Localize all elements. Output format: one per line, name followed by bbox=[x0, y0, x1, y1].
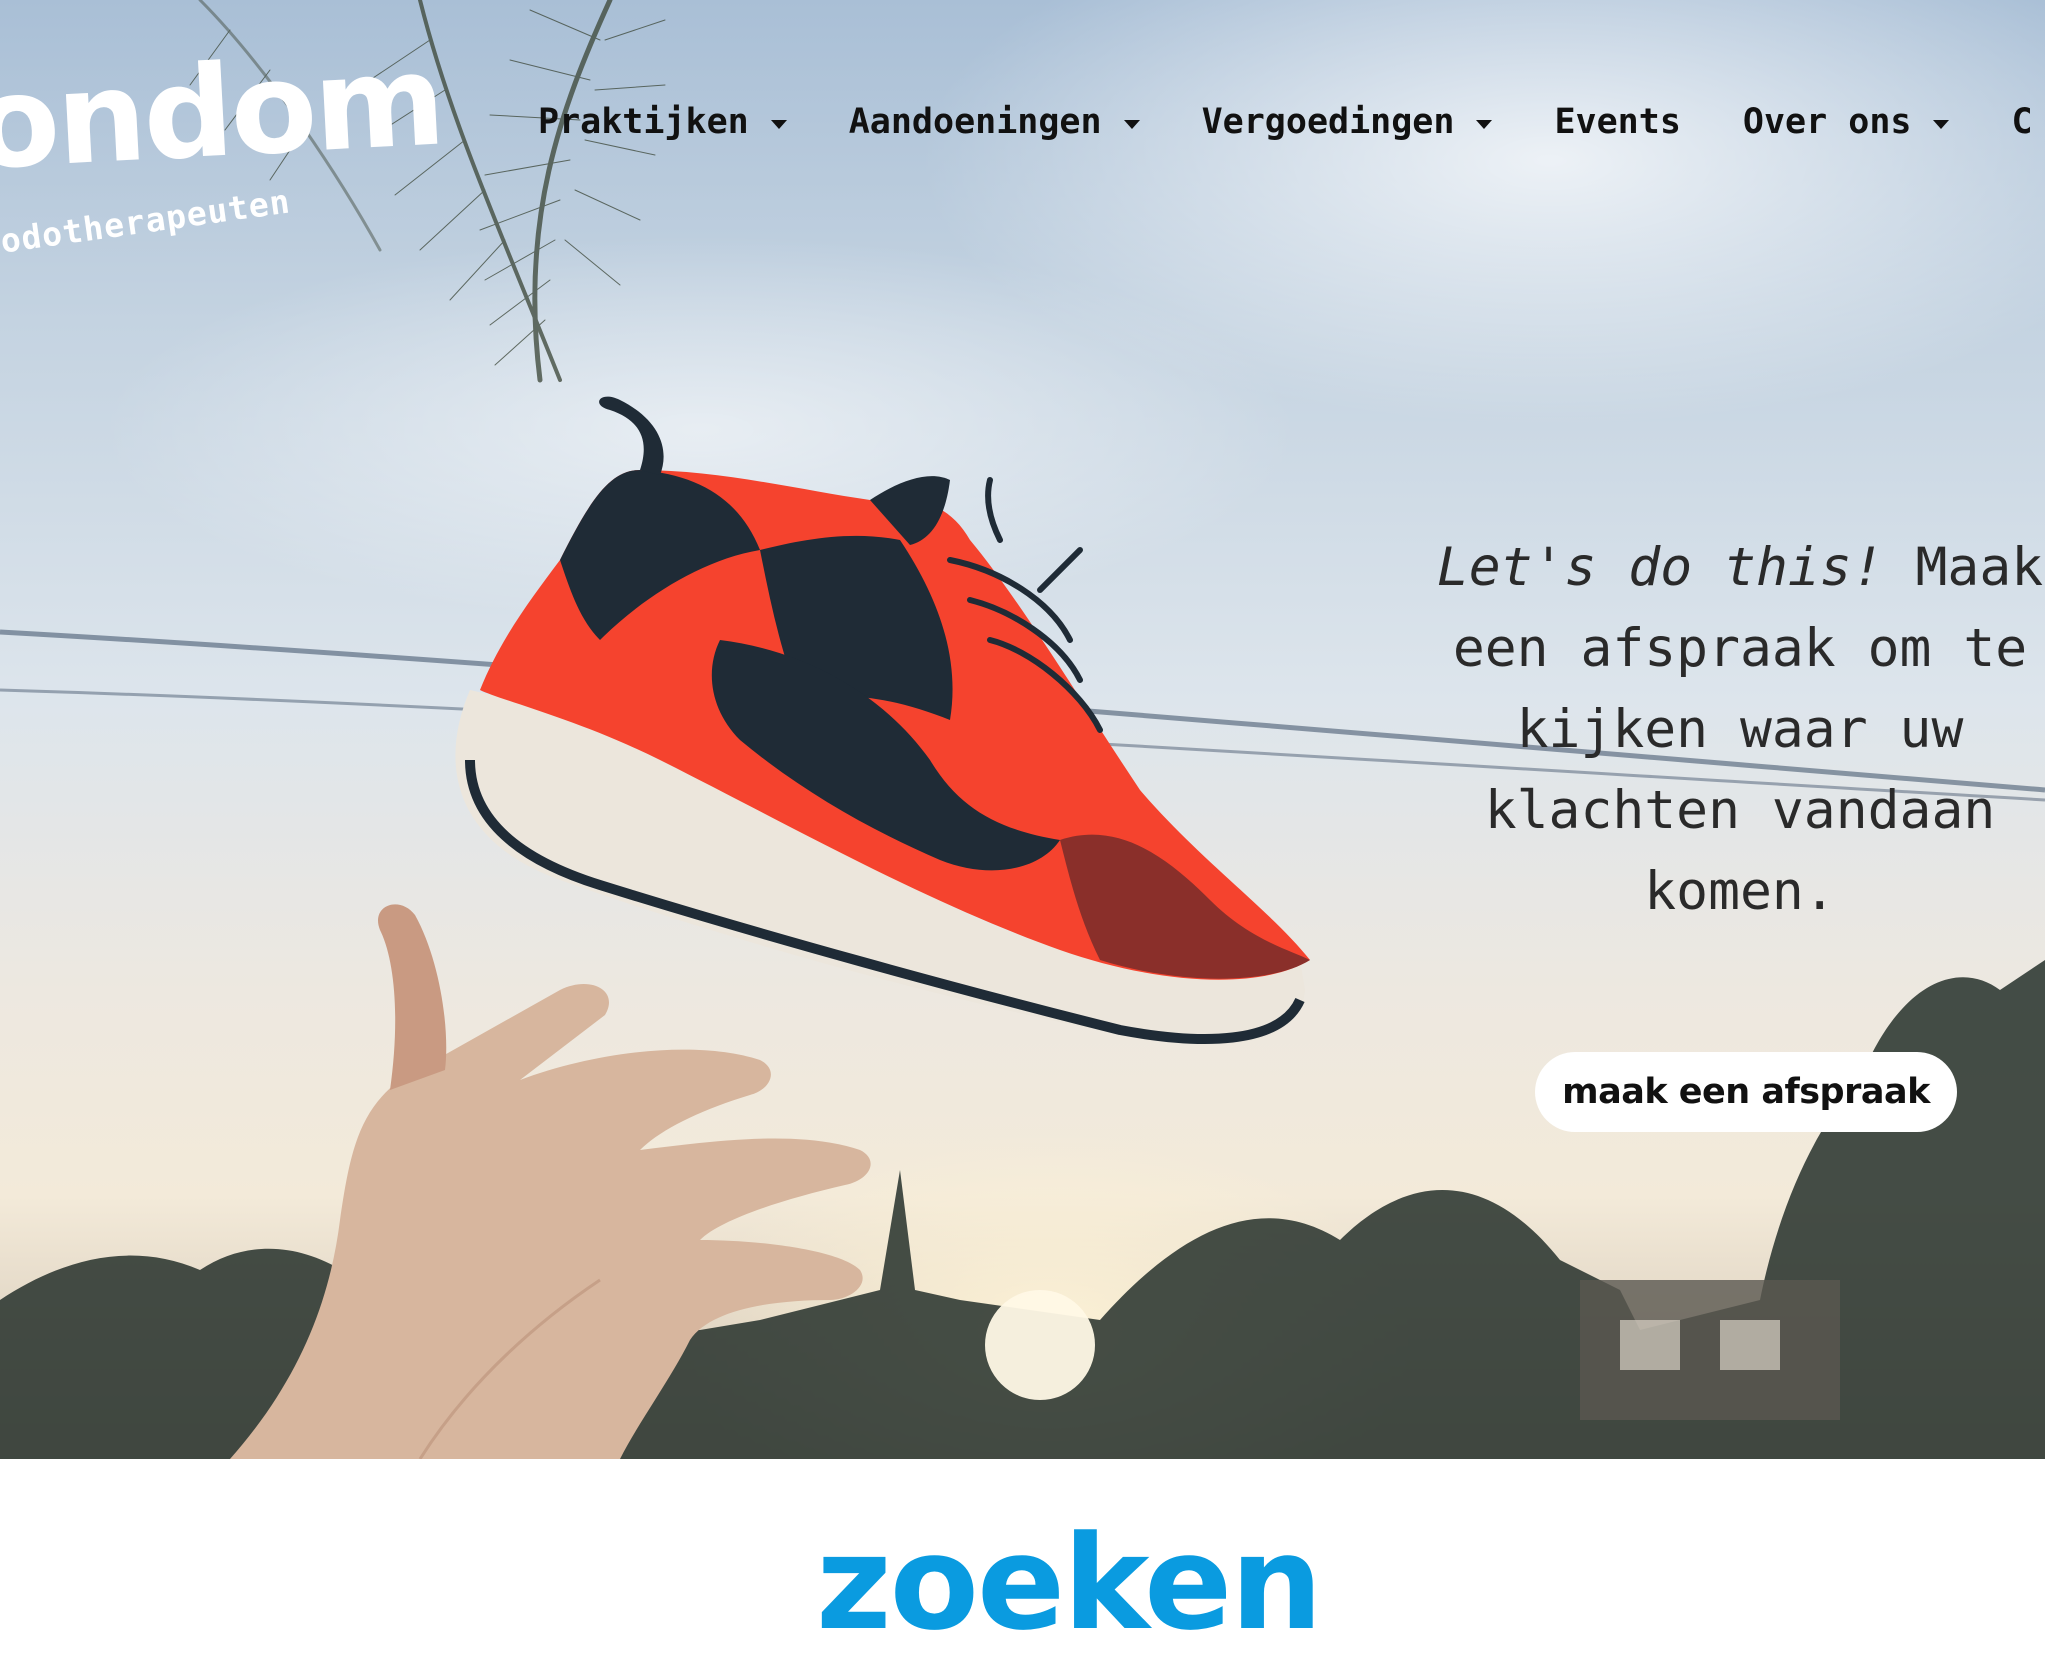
nav-item-label: Events bbox=[1554, 102, 1681, 142]
chevron-down-icon bbox=[770, 119, 787, 129]
hero-section: ondom odotherapeuten Praktijken Aandoeni… bbox=[0, 0, 2045, 1459]
tagline-line-1-rest: Maak bbox=[1883, 537, 2044, 598]
nav-item-over-ons[interactable]: Over ons bbox=[1743, 102, 1950, 142]
tagline-line-3: kijken waar uw bbox=[1516, 699, 1964, 760]
hero-tagline: Let's do this! Maak een afspraak om te k… bbox=[1410, 527, 2045, 932]
main-nav: Praktijken Aandoeningen Vergoedingen Eve… bbox=[538, 102, 2033, 142]
tagline-line-5: komen. bbox=[1644, 861, 1836, 922]
chevron-down-icon bbox=[1476, 119, 1493, 129]
site-logo[interactable]: ondom odotherapeuten bbox=[0, 26, 446, 262]
nav-item-aandoeningen[interactable]: Aandoeningen bbox=[849, 102, 1140, 142]
nav-item-label: Aandoeningen bbox=[848, 102, 1102, 142]
search-section-heading: zoeken bbox=[816, 1507, 1323, 1659]
chevron-down-icon bbox=[1933, 119, 1950, 129]
nav-item-vergoedingen[interactable]: Vergoedingen bbox=[1202, 102, 1493, 142]
nav-item-events[interactable]: Events bbox=[1554, 102, 1680, 142]
logo-wordmark: ondom bbox=[0, 26, 446, 198]
nav-item-label: Vergoedingen bbox=[1201, 102, 1455, 142]
make-appointment-button[interactable]: maak een afspraak bbox=[1535, 1052, 1957, 1132]
tagline-line-1: Let's do this! Maak bbox=[1410, 527, 2045, 608]
tagline-emphasis: Let's do this! bbox=[1436, 537, 1884, 598]
nav-item-praktijken[interactable]: Praktijken bbox=[538, 102, 787, 142]
tagline-line-2: een afspraak om te bbox=[1452, 618, 2028, 679]
chevron-down-icon bbox=[1123, 119, 1140, 129]
nav-item-label: Praktijken bbox=[538, 102, 749, 142]
tagline-line-4: klachten vandaan bbox=[1484, 780, 1996, 841]
nav-item-overflow[interactable]: C bbox=[2011, 102, 2032, 142]
nav-item-label: Over ons bbox=[1742, 102, 1912, 142]
